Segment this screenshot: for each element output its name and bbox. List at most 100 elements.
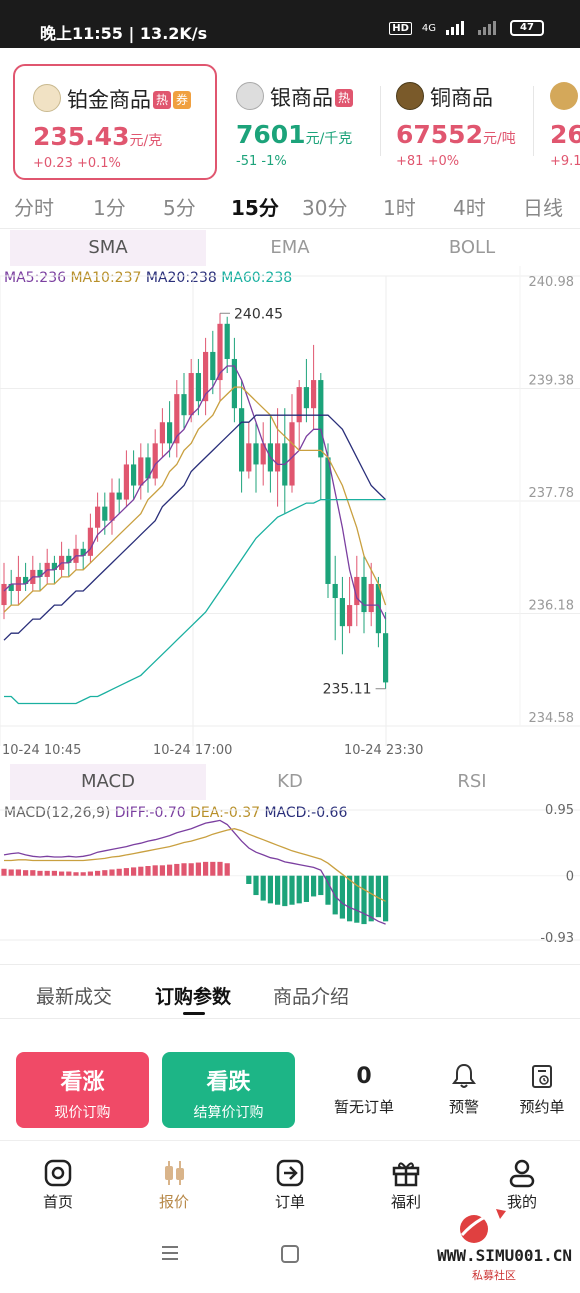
candle-body (318, 380, 324, 458)
grain-icon (550, 82, 578, 110)
macd-bar (87, 871, 93, 876)
sub-indicator-tabs: MACD KD RSI (0, 764, 580, 802)
orders-button[interactable]: 0 暂无订单 (328, 1062, 400, 1117)
macd-bar (37, 870, 43, 876)
tab-home[interactable]: 首页 (28, 1157, 88, 1212)
kline-chart[interactable]: 240.98 239.38 237.78 236.18 234.58 240.45 235.… (0, 266, 580, 766)
product-price: 67552元/吨 (396, 120, 516, 149)
macd-bar (260, 875, 266, 901)
macd-bar (303, 875, 309, 902)
macd-bar (44, 870, 50, 876)
battery-icon: 47 (510, 20, 544, 36)
tab-label: 首页 (42, 1193, 73, 1211)
buy-down-title: 看跌 (206, 1070, 251, 1095)
macd-bar (311, 875, 317, 897)
candle-body (1, 583, 7, 606)
y-tick-label: 239.38 (529, 374, 575, 389)
macd-bar (246, 875, 252, 884)
alert-label: 预警 (448, 1098, 479, 1116)
alert-button[interactable]: 预警 (434, 1062, 494, 1117)
tab-rsi[interactable]: RSI (374, 764, 570, 800)
tab-quote[interactable]: 报价 (144, 1157, 204, 1212)
tab-latest-trades[interactable]: 最新成交 (36, 982, 112, 1009)
macd-bar (224, 863, 230, 876)
copper-icon (396, 82, 424, 110)
reserve-button[interactable]: 预约单 (512, 1062, 572, 1117)
buy-down-button[interactable]: 看跌 结算价订购 (162, 1052, 295, 1128)
tab-orders[interactable]: 订单 (260, 1157, 320, 1212)
product-strip[interactable]: 铂金商品热券 235.43元/克 +0.23 +0.1% 银商品热 7601元/… (0, 56, 580, 186)
bell-icon (434, 1062, 494, 1090)
home-icon (28, 1157, 88, 1189)
tab-product-intro[interactable]: 商品介绍 (273, 982, 349, 1009)
watermark-cn: 私募社区 (472, 1269, 516, 1282)
tab-order-params[interactable]: 订购参数 (155, 982, 231, 1009)
product-card-platinum[interactable]: 铂金商品热券 235.43元/克 +0.23 +0.1% (13, 64, 217, 180)
status-icons: HD 4G 47 (389, 20, 544, 36)
candle-body (347, 605, 353, 627)
macd-bar (383, 875, 389, 922)
macd-bar (95, 870, 101, 876)
macd-bar (368, 875, 374, 922)
macd-bar (138, 866, 144, 876)
tf-tab[interactable]: 1分 (93, 192, 126, 221)
candle-body (275, 443, 281, 472)
candle-body (224, 323, 230, 359)
hot-tag: 热 (153, 91, 171, 109)
tf-tab[interactable]: 5分 (163, 192, 196, 221)
tab-kd[interactable]: KD (192, 764, 388, 800)
buy-up-button[interactable]: 看涨 现价订购 (16, 1052, 149, 1128)
product-price: 7601元/千克 (236, 120, 353, 149)
signal-icon (446, 21, 468, 35)
candle-body (296, 387, 302, 423)
tf-tab[interactable]: 30分 (302, 192, 347, 221)
silver-icon (236, 82, 264, 110)
tab-mine[interactable]: 我的 (492, 1157, 552, 1212)
macd-bar (59, 871, 65, 876)
candle-body (116, 492, 122, 500)
tab-boll[interactable]: BOLL (374, 230, 570, 266)
tf-tab[interactable]: 4时 (453, 192, 486, 221)
macd-svg[interactable]: 0.95 0 -0.93 (0, 800, 580, 950)
candle-body (95, 506, 101, 528)
menu-icon[interactable] (162, 1246, 178, 1260)
product-price: 26 (550, 120, 580, 149)
candle-body (253, 443, 259, 465)
divider (0, 964, 580, 965)
tf-tab[interactable]: 1时 (383, 192, 416, 221)
macd-bar (318, 875, 324, 896)
candle-body (167, 422, 173, 444)
macd-bar (152, 865, 158, 876)
candle-body (123, 464, 129, 500)
candle-body (311, 380, 317, 409)
status-bar: 晚上11:55 | 13.2K/s HD 4G 47 (0, 0, 580, 48)
macd-chart[interactable]: 0.95 0 -0.93 (0, 800, 580, 950)
tf-tab-selected[interactable]: 15分 (231, 192, 279, 221)
macd-bar (339, 875, 345, 919)
macd-bar (361, 875, 367, 925)
buy-up-sub: 现价订购 (54, 1105, 111, 1121)
y-tick-label: 0 (566, 870, 574, 885)
kline-svg[interactable]: 240.98 239.38 237.78 236.18 234.58 240.45 235.… (0, 266, 580, 766)
macd-bar (73, 872, 79, 876)
y-tick-label: 236.18 (529, 599, 575, 614)
tab-sma[interactable]: SMA (10, 230, 206, 266)
product-card-copper[interactable]: 铜商品 67552元/吨 +81 +0% (378, 64, 528, 180)
macd-bar (253, 875, 259, 896)
product-card-partial[interactable]: 26 +9.1 (532, 64, 580, 180)
tab-ema[interactable]: EMA (192, 230, 388, 266)
macd-bar (354, 875, 360, 923)
tf-tab[interactable]: 日线 (523, 192, 563, 221)
home-square-icon[interactable] (281, 1245, 299, 1263)
status-time: 晚上11:55 | 13.2K/s (40, 24, 208, 43)
macd-bar (131, 867, 137, 876)
candle-body (131, 464, 137, 486)
y-tick-label: 237.78 (529, 486, 575, 501)
macd-bar (80, 872, 86, 876)
tab-label: 订单 (274, 1193, 305, 1211)
tab-macd[interactable]: MACD (10, 764, 206, 800)
tab-welfare[interactable]: 福利 (376, 1157, 436, 1212)
product-card-silver[interactable]: 银商品热 7601元/千克 -51 -1% (218, 64, 378, 180)
candle-body (102, 506, 108, 521)
tf-tab[interactable]: 分时 (14, 192, 54, 221)
